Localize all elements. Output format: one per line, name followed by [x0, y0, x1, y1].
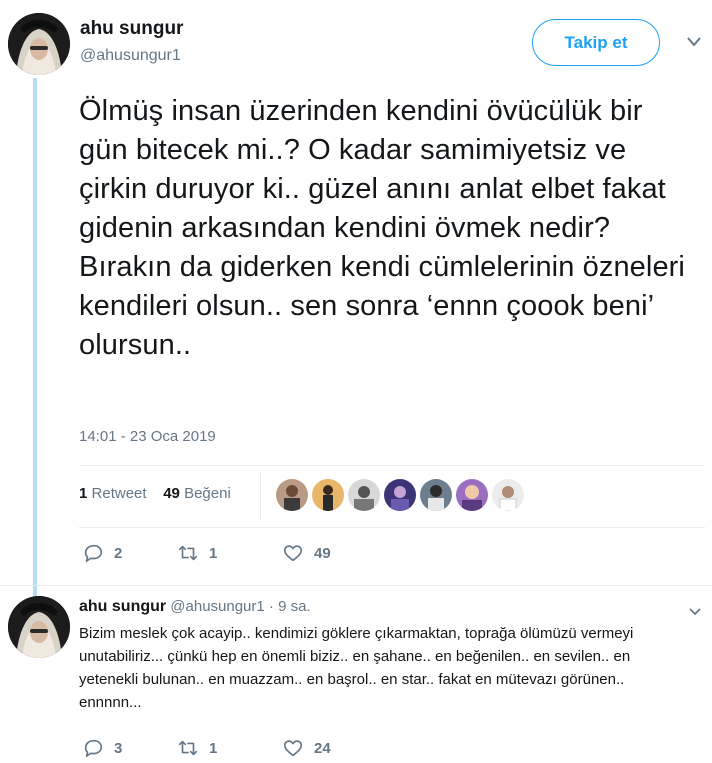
reply-author-name[interactable]: ahu sungur	[79, 598, 166, 615]
reply-like-button[interactable]: 24	[282, 737, 331, 759]
divider	[79, 527, 705, 528]
author-name[interactable]: ahu sungur	[80, 18, 183, 40]
heart-icon	[283, 740, 303, 757]
liker-avatar[interactable]	[276, 479, 308, 511]
chevron-down-icon[interactable]	[686, 35, 702, 51]
author-handle[interactable]: @ahusungur1	[80, 47, 181, 65]
retweet-action-count: 1	[209, 544, 218, 562]
reply-text: Bizim meslek çok acayip.. kendimizi gökl…	[79, 625, 634, 711]
liker-avatar[interactable]	[348, 479, 380, 511]
liker-avatar[interactable]	[384, 479, 416, 511]
likers-avatars	[276, 479, 524, 511]
retweet-count: 1	[79, 485, 88, 502]
tweet-text: Ölmüş insan üzerinden kendini övücülük b…	[79, 95, 685, 361]
retweet-stat[interactable]: 1 Retweet	[79, 485, 147, 502]
reply-author-avatar[interactable]	[8, 596, 70, 658]
like-button[interactable]: 49	[282, 542, 331, 564]
retweet-stat-label: Retweet	[91, 485, 147, 502]
retweet-icon	[178, 740, 198, 756]
tweet-stats: 1 Retweet 49 Beğeni	[79, 485, 231, 502]
reply-reply-button[interactable]: 3	[82, 737, 122, 759]
retweet-button[interactable]: 1	[177, 542, 217, 564]
reply-header: ahu sungur @ahusungur1 · 9 sa.	[79, 598, 311, 616]
divider	[0, 585, 712, 586]
stats-separator	[260, 472, 261, 520]
like-action-count: 49	[314, 544, 331, 562]
liker-avatar[interactable]	[312, 479, 344, 511]
liker-avatar[interactable]	[492, 479, 524, 511]
reply-author-handle[interactable]: @ahusungur1	[170, 598, 264, 615]
reply-count: 2	[114, 544, 123, 562]
like-stat[interactable]: 49 Beğeni	[163, 485, 231, 502]
heart-icon	[283, 545, 303, 562]
liker-avatar[interactable]	[456, 479, 488, 511]
follow-button[interactable]: Takip et	[532, 19, 660, 66]
liker-avatar[interactable]	[420, 479, 452, 511]
tweet-timestamp[interactable]: 14:01 - 23 Oca 2019	[79, 428, 216, 445]
reply-icon	[84, 739, 103, 758]
author-avatar[interactable]	[8, 13, 70, 75]
reply-button[interactable]: 2	[82, 542, 122, 564]
like-stat-label: Beğeni	[184, 485, 231, 502]
reply-retweet-button[interactable]: 1	[177, 737, 217, 759]
thread-line	[33, 78, 37, 600]
retweet-icon	[178, 545, 198, 561]
reply-retweet-count: 1	[209, 739, 218, 757]
reply-time[interactable]: · 9 sa.	[269, 598, 311, 615]
chevron-down-icon[interactable]	[688, 604, 702, 620]
reply-icon	[84, 544, 103, 563]
reply-reply-count: 3	[114, 739, 123, 757]
reply-like-count: 24	[314, 739, 331, 757]
like-count: 49	[163, 485, 180, 502]
divider	[79, 465, 705, 466]
